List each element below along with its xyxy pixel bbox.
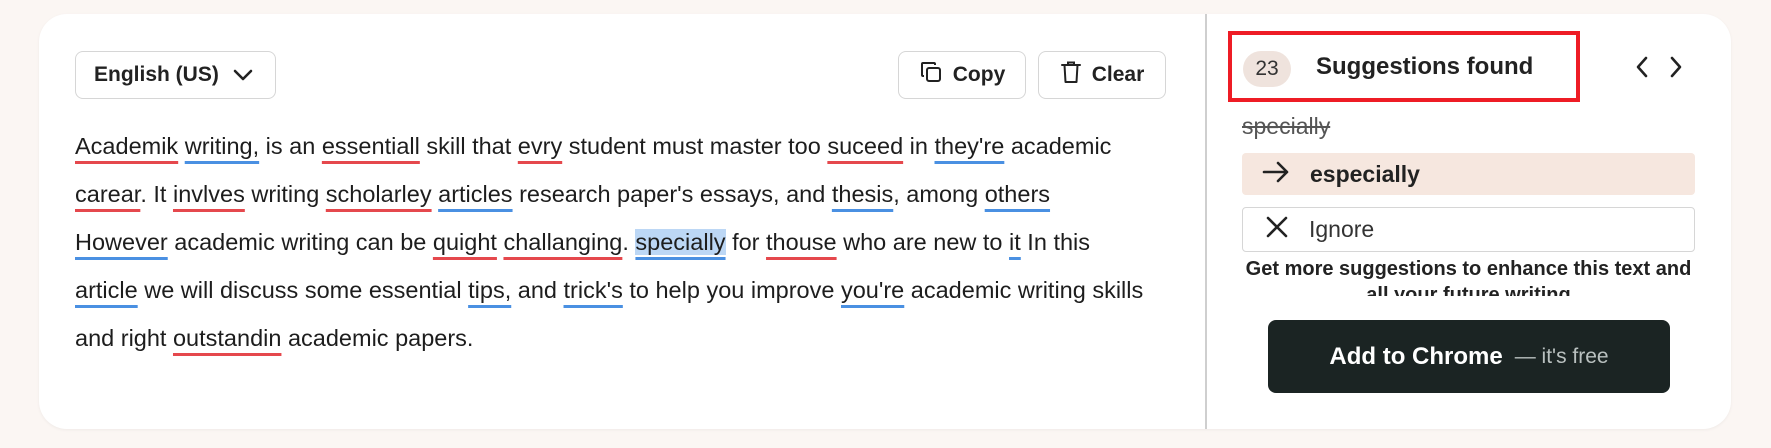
editor-text: to help you improve xyxy=(622,277,841,303)
cta-sub-label: — it's free xyxy=(1514,344,1609,368)
editor-text: and xyxy=(511,277,564,303)
accept-suggestion-button[interactable]: especially xyxy=(1242,153,1695,195)
chevron-right-icon xyxy=(1669,56,1683,83)
more-suggestions-text: Get more suggestions to enhance this tex… xyxy=(1245,258,1692,296)
grammar-issue[interactable]: you're xyxy=(841,277,904,303)
editor-text: student must master too xyxy=(562,133,828,159)
grammar-issue[interactable]: thesis xyxy=(832,181,893,207)
spelling-error[interactable]: scholarley xyxy=(326,181,432,207)
editor-text: academic writing can be xyxy=(167,229,433,255)
grammar-issue[interactable]: writing, xyxy=(185,133,259,159)
spelling-error[interactable]: outstandin xyxy=(173,325,281,351)
editor-text: . xyxy=(622,229,636,255)
spelling-error[interactable]: evry xyxy=(518,133,562,159)
highlight-annotation-box xyxy=(1228,31,1580,102)
grammar-issue[interactable]: it xyxy=(1009,229,1021,255)
editor-text: we will discuss some essential xyxy=(137,277,469,303)
grammar-issue[interactable]: trick's xyxy=(564,277,623,303)
spelling-error[interactable]: thouse xyxy=(766,229,837,255)
grammar-issue[interactable]: article xyxy=(75,277,138,303)
chevron-left-icon xyxy=(1635,56,1649,83)
grammar-issue[interactable]: others xyxy=(985,181,1050,207)
copy-label: Copy xyxy=(952,63,1006,86)
editor-text: who are new to xyxy=(836,229,1010,255)
panel-divider xyxy=(1205,14,1207,429)
selected-issue[interactable]: specially xyxy=(635,229,726,255)
spelling-error[interactable]: challanging xyxy=(503,229,622,255)
text-editor[interactable]: Academik writing, is an essentiall skill… xyxy=(75,122,1175,362)
previous-suggestion-button[interactable] xyxy=(1629,54,1655,84)
spelling-error[interactable]: essentiall xyxy=(322,133,420,159)
editor-text: , among xyxy=(893,181,985,207)
ignore-button[interactable]: Ignore xyxy=(1242,207,1695,252)
editor-text: skill that xyxy=(419,133,518,159)
grammar-issue[interactable]: articles xyxy=(438,181,512,207)
editor-text: in xyxy=(903,133,935,159)
next-suggestion-button[interactable] xyxy=(1663,54,1689,84)
spelling-error[interactable]: invlves xyxy=(173,181,245,207)
grammar-issue[interactable]: they're xyxy=(935,133,1005,159)
grammar-issue[interactable]: However xyxy=(75,229,168,255)
editor-text: academic papers. xyxy=(281,325,474,351)
editor-text: In this xyxy=(1020,229,1091,255)
replacement-word: especially xyxy=(1310,160,1420,187)
spelling-error[interactable]: carear xyxy=(75,181,140,207)
editor-text: writing xyxy=(244,181,326,207)
ignore-label: Ignore xyxy=(1309,216,1375,242)
language-select[interactable]: English (US) xyxy=(75,51,276,99)
clear-button[interactable]: Clear xyxy=(1038,51,1166,99)
close-icon xyxy=(1265,215,1289,244)
clear-label: Clear xyxy=(1091,63,1145,86)
language-label: English (US) xyxy=(94,63,219,86)
copy-icon xyxy=(919,60,943,90)
trash-icon xyxy=(1060,60,1082,90)
copy-button[interactable]: Copy xyxy=(898,51,1026,99)
editor-text: . It xyxy=(140,181,173,207)
spelling-error[interactable]: Academik xyxy=(75,133,178,159)
editor-text: research paper's essays, and xyxy=(512,181,832,207)
editor-text: academic xyxy=(1004,133,1112,159)
editor-text: academic writing skills xyxy=(904,277,1144,303)
editor-text: is an xyxy=(259,133,322,159)
editor-text: and right xyxy=(75,325,173,351)
original-word: specially xyxy=(1242,113,1331,139)
grammar-issue[interactable]: tips, xyxy=(468,277,511,303)
spelling-error[interactable]: suceed xyxy=(827,133,903,159)
cta-main-label: Add to Chrome xyxy=(1329,342,1503,370)
chevron-down-icon xyxy=(233,69,253,81)
spelling-error[interactable]: quight xyxy=(433,229,497,255)
editor-text: for xyxy=(725,229,767,255)
add-to-chrome-button[interactable]: Add to Chrome — it's free xyxy=(1268,320,1670,393)
arrow-right-icon xyxy=(1262,161,1290,188)
